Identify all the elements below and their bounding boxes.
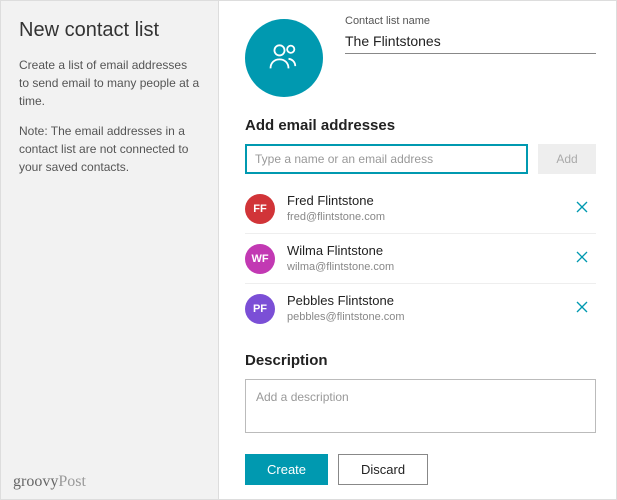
sidebar-note: Note: The email addresses in a contact l… <box>19 122 200 176</box>
close-icon <box>576 300 588 318</box>
name-field-label: Contact list name <box>345 15 596 27</box>
contact-name: Pebbles Flintstone <box>287 293 568 310</box>
remove-contact-button[interactable] <box>568 245 596 273</box>
contact-list-avatar <box>245 19 323 97</box>
people-icon <box>266 38 302 79</box>
contact-initials: WF <box>245 244 275 274</box>
contact-initials: FF <box>245 194 275 224</box>
email-input[interactable] <box>245 144 528 174</box>
contact-info: Pebbles Flintstone pebbles@flintstone.co… <box>287 293 568 324</box>
header-row: Contact list name <box>245 13 596 97</box>
contact-list-name-input[interactable] <box>345 29 596 54</box>
remove-contact-button[interactable] <box>568 195 596 223</box>
contact-email: pebbles@flintstone.com <box>287 310 568 324</box>
remove-contact-button[interactable] <box>568 295 596 323</box>
close-icon <box>576 200 588 218</box>
description-input[interactable] <box>245 379 596 433</box>
contact-row: WF Wilma Flintstone wilma@flintstone.com <box>245 234 596 284</box>
contact-info: Fred Flintstone fred@flintstone.com <box>287 193 568 224</box>
page-title: New contact list <box>19 19 200 42</box>
create-button[interactable]: Create <box>245 454 328 485</box>
description-section-title: Description <box>245 352 596 369</box>
footer-buttons: Create Discard <box>245 454 596 485</box>
sidebar-intro: Create a list of email addresses to send… <box>19 56 200 110</box>
contact-row: FF Fred Flintstone fred@flintstone.com <box>245 184 596 234</box>
add-button[interactable]: Add <box>538 144 596 174</box>
watermark: groovyPost <box>13 473 86 491</box>
contact-email: wilma@flintstone.com <box>287 260 568 274</box>
contact-name: Fred Flintstone <box>287 193 568 210</box>
close-icon <box>576 250 588 268</box>
sidebar: New contact list Create a list of email … <box>1 1 219 499</box>
discard-button[interactable]: Discard <box>338 454 428 485</box>
email-section-title: Add email addresses <box>245 117 596 134</box>
contact-name: Wilma Flintstone <box>287 243 568 260</box>
contact-info: Wilma Flintstone wilma@flintstone.com <box>287 243 568 274</box>
contact-row: PF Pebbles Flintstone pebbles@flintstone… <box>245 284 596 333</box>
contact-email: fred@flintstone.com <box>287 210 568 224</box>
main-panel: Contact list name Add email addresses Ad… <box>219 1 616 499</box>
contact-initials: PF <box>245 294 275 324</box>
contact-list: FF Fred Flintstone fred@flintstone.com W… <box>245 184 596 334</box>
